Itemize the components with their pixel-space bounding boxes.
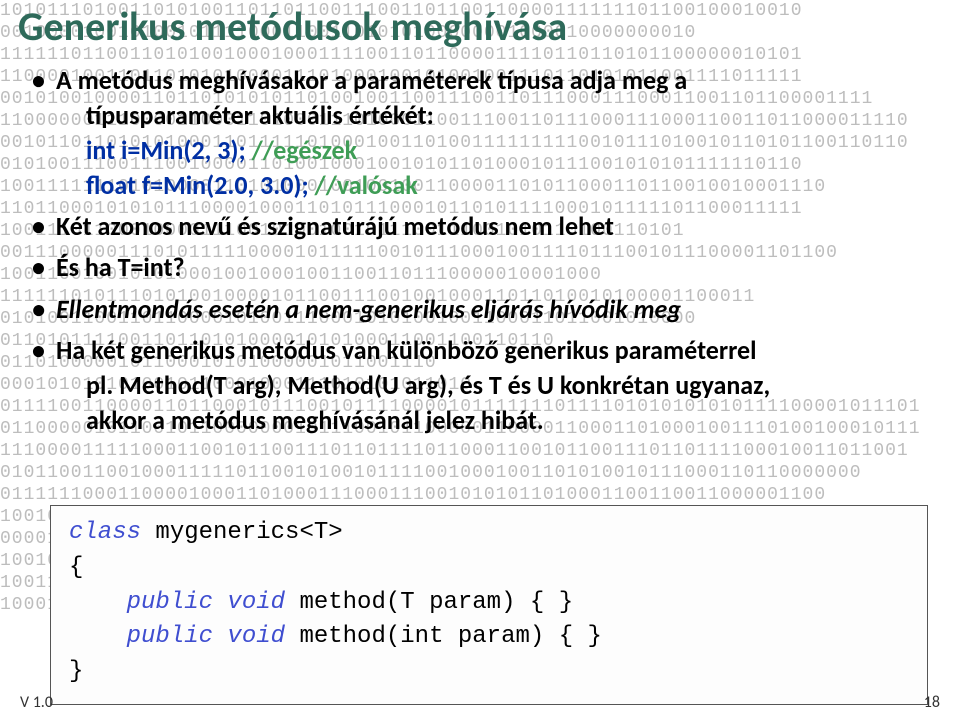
bullet-5-line3: akkor a metódus meghívásánál jelez hibát… — [56, 403, 942, 438]
code-line-5: } — [69, 655, 909, 690]
footer-page-number: 18 — [924, 693, 940, 712]
bullet-5: Ha két generikus metódus van különböző g… — [32, 333, 942, 438]
footer: V 1.0 18 — [20, 693, 940, 712]
bullet-5-line2: pl. Method(T arg), Method(U arg), és T é… — [56, 368, 942, 403]
slide-title: Generikus metódusok meghívása — [18, 0, 942, 51]
bullet-1-code1: int i=Min(2, 3); //egészek — [56, 133, 942, 168]
bullet-5-line1: Ha két generikus metódus van különböző g… — [56, 334, 757, 366]
bullet-1-line2: típusparaméter aktuális értékét: — [56, 98, 942, 133]
bullet-1-line1: A metódus meghívásakor a paraméterek típ… — [56, 64, 687, 96]
slide-content: Generikus metódusok meghívása A metódus … — [0, 0, 960, 438]
bullet-1-code2: float f=Min(2.0, 3.0); //valósak — [56, 168, 942, 203]
code-block: class mygenerics<T> { public void method… — [50, 505, 928, 705]
code-line-4: public void method(int param) { } — [69, 620, 909, 655]
bullet-2: Két azonos nevű és szignatúrájú metódus … — [32, 209, 942, 244]
footer-version: V 1.0 — [20, 693, 53, 712]
bullet-list: A metódus meghívásakor a paraméterek típ… — [18, 63, 942, 438]
code-line-3: public void method(T param) { } — [69, 586, 909, 621]
bullet-3: És ha T=int? — [32, 250, 942, 285]
code-line-1: class mygenerics<T> — [69, 516, 909, 551]
code-line-2: { — [69, 551, 909, 586]
bullet-1: A metódus meghívásakor a paraméterek típ… — [32, 63, 942, 203]
bullet-4: Ellentmondás esetén a nem-generikus eljá… — [32, 292, 942, 327]
